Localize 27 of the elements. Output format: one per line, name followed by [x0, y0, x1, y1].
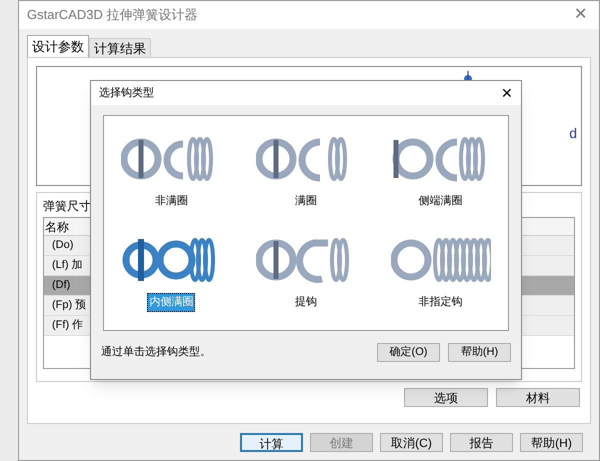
hook-label[interactable]: 非满圈: [152, 192, 190, 211]
group-title: 弹簧尺寸: [43, 198, 91, 215]
hint-text: 通过单击选择钩类型。: [101, 344, 211, 360]
hook-label[interactable]: 满圈: [292, 192, 319, 211]
dialog-title: 选择钩类型: [99, 86, 154, 101]
row-name: (Lf) 加: [51, 258, 83, 274]
dialog-button[interactable]: 报告: [450, 432, 513, 452]
dialog-button[interactable]: 取消(C): [380, 432, 443, 452]
hook-label[interactable]: 提钩: [292, 293, 319, 312]
row-name: (Ff) 作: [51, 318, 84, 334]
tab[interactable]: 设计参数: [27, 35, 89, 57]
action-button[interactable]: 选项: [404, 388, 488, 407]
dialog-button[interactable]: 帮助(H): [520, 432, 583, 452]
tab[interactable]: 计算结果: [89, 38, 151, 57]
close-icon[interactable]: ✕: [574, 3, 591, 27]
row-name: (Fp) 预: [51, 298, 86, 314]
dialog-button[interactable]: 帮助(H): [448, 343, 511, 362]
window-title: GstarCAD3D 拉伸弹簧设计器: [27, 6, 198, 24]
row-name: (Do): [51, 238, 74, 254]
hook-label[interactable]: 非指定钩: [416, 293, 465, 312]
action-button[interactable]: 材料: [496, 388, 580, 407]
dialog-button[interactable]: 计算: [240, 432, 303, 452]
hook-label[interactable]: 侧端满圈: [416, 192, 465, 211]
dimension-label: d: [569, 124, 577, 143]
row-name: (Df): [51, 278, 70, 294]
dialog-button[interactable]: 确定(O): [377, 343, 440, 362]
close-icon[interactable]: ✕: [501, 82, 513, 104]
